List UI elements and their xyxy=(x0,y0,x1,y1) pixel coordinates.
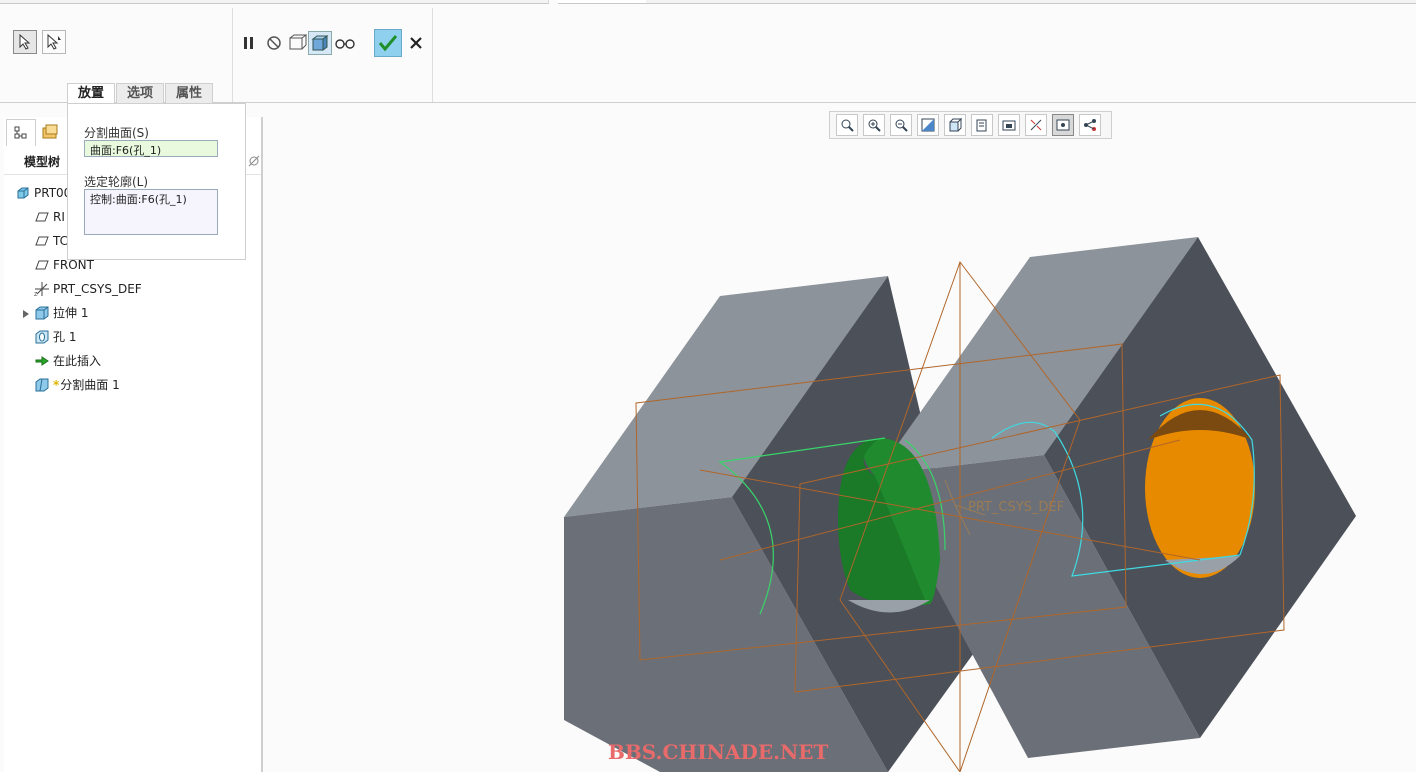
placement-panel: 分割曲面(S) 曲面:F6(孔_1) 选定轮廓(L) 控制:曲面:F6(孔_1) xyxy=(67,103,246,260)
tree-item-label: 分割曲面 1 xyxy=(60,378,120,392)
folder-browser-tab[interactable] xyxy=(36,119,64,145)
tree-item-label: 在此插入 xyxy=(53,354,102,368)
ok-checkmark-button[interactable] xyxy=(374,29,402,57)
part-icon xyxy=(15,185,31,201)
csys-icon: Z xyxy=(34,281,50,297)
dashboard-tabs: 放置 选项 属性 xyxy=(67,83,214,103)
tab-options[interactable]: 选项 xyxy=(116,83,165,103)
tree-item-label: PRT00 xyxy=(34,186,72,200)
tree-item-label: 孔 1 xyxy=(53,330,77,344)
graphics-viewport[interactable]: PRT_CSYS_DEF xyxy=(265,104,1416,772)
model-tree-header: 模型树 xyxy=(24,155,61,169)
tree-item-insert-here[interactable]: 在此插入 xyxy=(34,351,101,371)
split-surface-label: 分割曲面(S) xyxy=(84,126,149,140)
tree-item-label: RI xyxy=(53,210,65,224)
new-feature-star-icon: * xyxy=(53,378,60,392)
tree-item-hole[interactable]: 孔 1 xyxy=(34,327,76,347)
tab-properties[interactable]: 属性 xyxy=(165,83,214,103)
extrude-icon xyxy=(34,305,50,321)
wireframe-preview-icon[interactable] xyxy=(285,31,309,55)
split-surface-collector[interactable]: 曲面:F6(孔_1) xyxy=(84,140,218,157)
tree-item-label: PRT_CSYS_DEF xyxy=(53,282,142,296)
geometry-preview-icon[interactable] xyxy=(308,31,332,55)
tree-item-part[interactable]: PRT00 xyxy=(15,183,71,203)
tab-placement[interactable]: 放置 xyxy=(67,83,116,103)
action-group xyxy=(232,8,433,102)
model-tree-tab[interactable] xyxy=(6,119,36,146)
pause-button[interactable] xyxy=(237,31,261,55)
select-geometry-button[interactable] xyxy=(42,30,66,54)
tree-item-label: 拉伸 1 xyxy=(53,306,89,320)
watermark: BBS.CHINADE.NET xyxy=(608,740,829,764)
silhouette-collector[interactable]: 控制:曲面:F6(孔_1) xyxy=(84,189,218,235)
datum-plane-icon xyxy=(34,257,50,273)
orange-split-surface xyxy=(1145,398,1255,578)
expand-arrow-icon[interactable] xyxy=(22,308,30,322)
split-surface-icon xyxy=(34,377,50,393)
cancel-x-button[interactable] xyxy=(404,31,428,55)
silhouette-label: 选定轮廓(L) xyxy=(84,175,149,189)
hole-icon xyxy=(34,329,50,345)
csys-label: PRT_CSYS_DEF xyxy=(968,500,1064,515)
datum-plane-icon xyxy=(34,233,50,249)
tree-item-right[interactable]: RI xyxy=(34,207,65,227)
verify-glasses-icon[interactable] xyxy=(333,31,357,55)
tree-settings-icon[interactable] xyxy=(248,155,260,167)
svg-text:Z: Z xyxy=(34,292,38,297)
tree-item-top[interactable]: TC xyxy=(34,231,68,251)
no-preview-icon[interactable] xyxy=(262,31,286,55)
datum-plane-icon xyxy=(34,209,50,225)
tree-item-split-surface[interactable]: * 分割曲面 1 xyxy=(34,375,120,395)
tree-item-label: TC xyxy=(53,234,69,248)
select-cursor-button[interactable] xyxy=(13,30,37,54)
tree-item-csys[interactable]: Z PRT_CSYS_DEF xyxy=(34,279,142,299)
tree-item-extrude[interactable]: 拉伸 1 xyxy=(34,303,88,323)
insert-here-icon xyxy=(34,353,50,369)
